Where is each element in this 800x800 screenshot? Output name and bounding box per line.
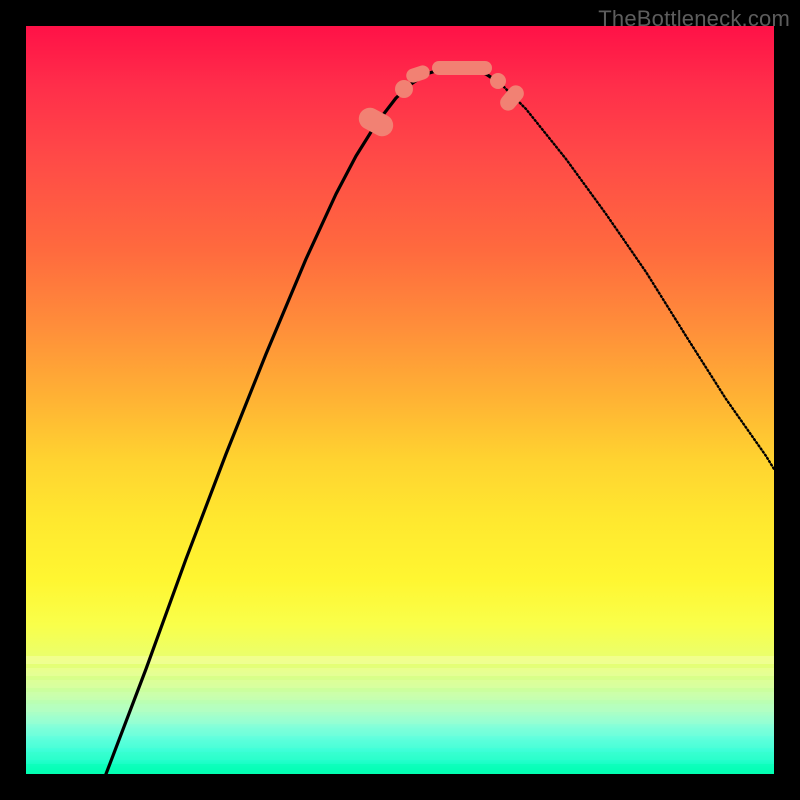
valley-markers xyxy=(26,26,774,774)
watermark-text: TheBottleneck.com xyxy=(598,6,790,32)
outer-frame: TheBottleneck.com xyxy=(0,0,800,800)
plot-area xyxy=(26,26,774,774)
